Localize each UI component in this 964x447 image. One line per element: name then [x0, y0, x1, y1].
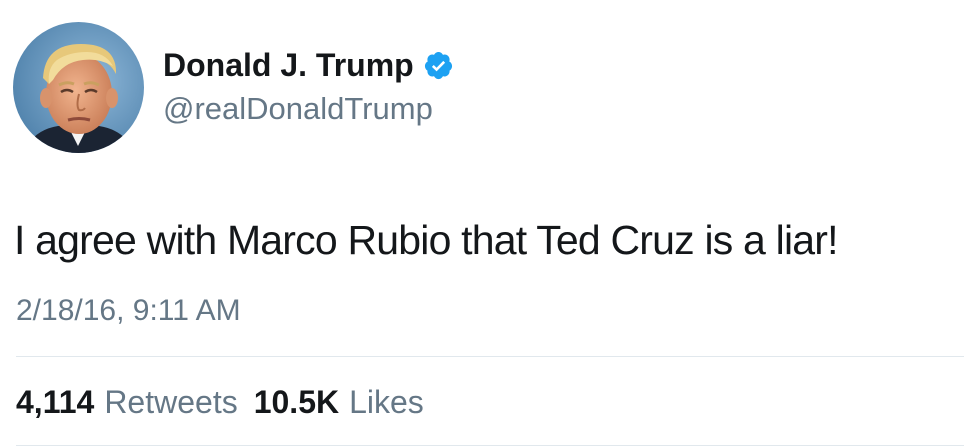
verified-badge-icon [423, 50, 454, 81]
likes-count: 10.5K [253, 384, 340, 420]
tweet-card: Donald J. Trump @realDonaldTrump I agree… [0, 0, 964, 447]
retweets-stat[interactable]: 4,114 Retweets [16, 380, 238, 424]
likes-label: Likes [349, 384, 424, 420]
avatar[interactable] [13, 22, 144, 153]
profile-photo-icon [13, 22, 144, 153]
tweet-text: I agree with Marco Rubio that Ted Cruz i… [14, 217, 839, 263]
tweet-stats: 4,114 Retweets 10.5K Likes [16, 380, 440, 424]
divider [16, 356, 964, 357]
retweets-label: Retweets [104, 384, 238, 420]
likes-stat[interactable]: 10.5K Likes [254, 380, 424, 424]
retweets-count: 4,114 [16, 384, 95, 420]
user-name-row[interactable]: Donald J. Trump [163, 44, 454, 86]
display-name[interactable]: Donald J. Trump [163, 44, 414, 86]
divider [16, 445, 964, 446]
tweet-timestamp[interactable]: 2/18/16, 9:11 AM [16, 291, 241, 331]
user-handle[interactable]: @realDonaldTrump [163, 89, 433, 129]
